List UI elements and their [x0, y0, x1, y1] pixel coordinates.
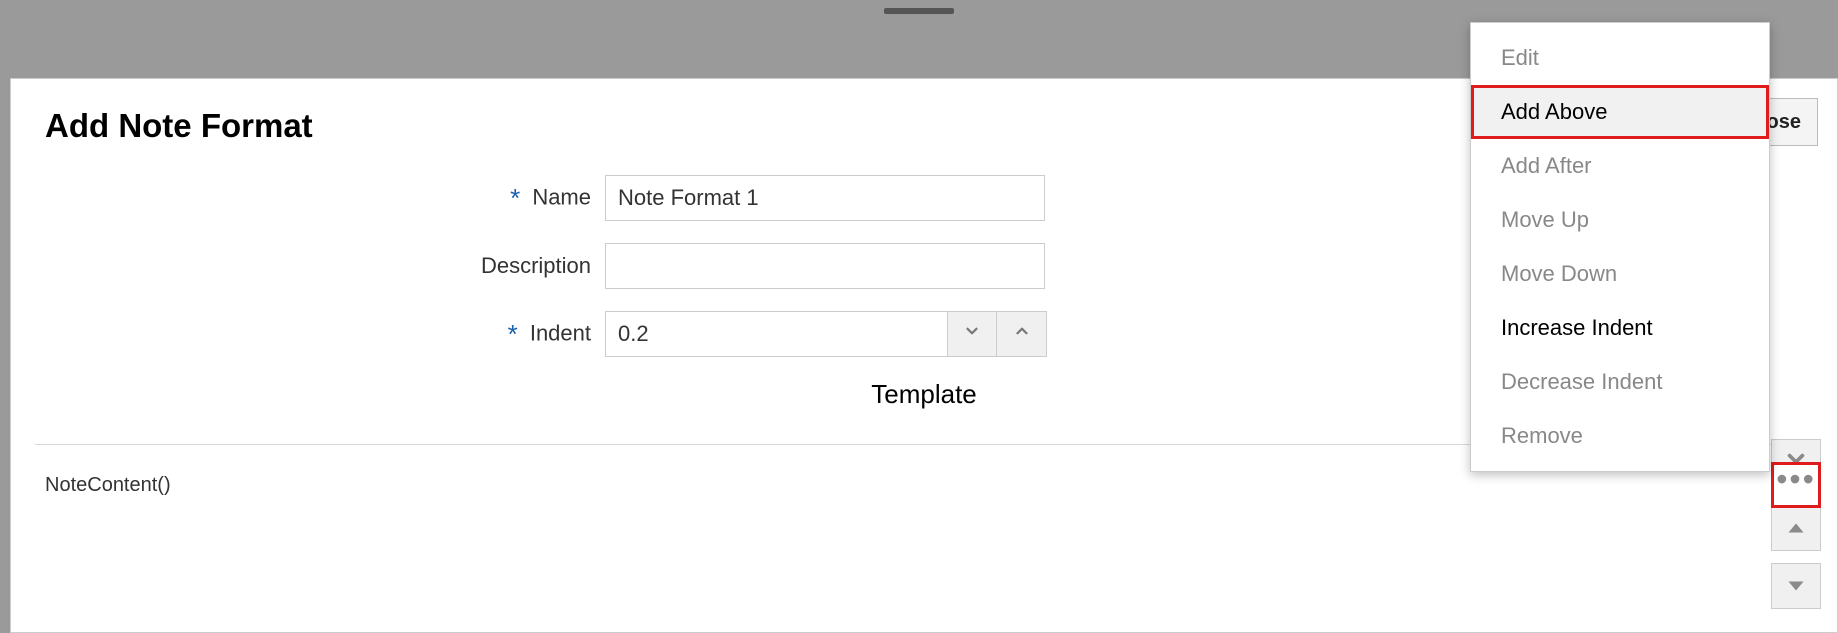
menu-item-move-up[interactable]: Move Up: [1471, 193, 1769, 247]
indent-input[interactable]: [605, 311, 947, 357]
row-actions: •••: [1771, 462, 1821, 508]
chevron-up-icon: [1013, 322, 1031, 346]
description-input[interactable]: [605, 243, 1045, 289]
menu-item-move-down[interactable]: Move Down: [1471, 247, 1769, 301]
menu-item-increase-indent[interactable]: Increase Indent: [1471, 301, 1769, 355]
dialog-drag-handle[interactable]: [884, 8, 954, 14]
menu-item-remove[interactable]: Remove: [1471, 409, 1769, 463]
chevron-down-icon: [963, 322, 981, 346]
indent-spinner: [605, 311, 1047, 357]
required-marker-icon: *: [508, 319, 518, 349]
indent-decrement-button[interactable]: [947, 311, 997, 357]
description-label-text: Description: [481, 253, 591, 278]
name-label: * Name: [45, 183, 605, 214]
template-row-text: NoteContent(): [45, 474, 171, 497]
move-down-button[interactable]: [1771, 563, 1821, 609]
menu-item-add-above[interactable]: Add Above: [1471, 85, 1769, 139]
indent-increment-button[interactable]: [997, 311, 1047, 357]
triangle-down-icon: [1787, 579, 1805, 593]
name-label-text: Name: [532, 184, 591, 209]
context-menu: Edit Add Above Add After Move Up Move Do…: [1470, 22, 1770, 472]
indent-label-text: Indent: [530, 320, 591, 345]
required-marker-icon: *: [510, 183, 520, 213]
description-label: Description: [45, 253, 605, 279]
indent-label: * Indent: [45, 319, 605, 350]
name-input[interactable]: [605, 175, 1045, 221]
menu-item-decrease-indent[interactable]: Decrease Indent: [1471, 355, 1769, 409]
menu-item-add-after[interactable]: Add After: [1471, 139, 1769, 193]
row-more-button[interactable]: •••: [1771, 462, 1821, 508]
menu-item-edit[interactable]: Edit: [1471, 31, 1769, 85]
